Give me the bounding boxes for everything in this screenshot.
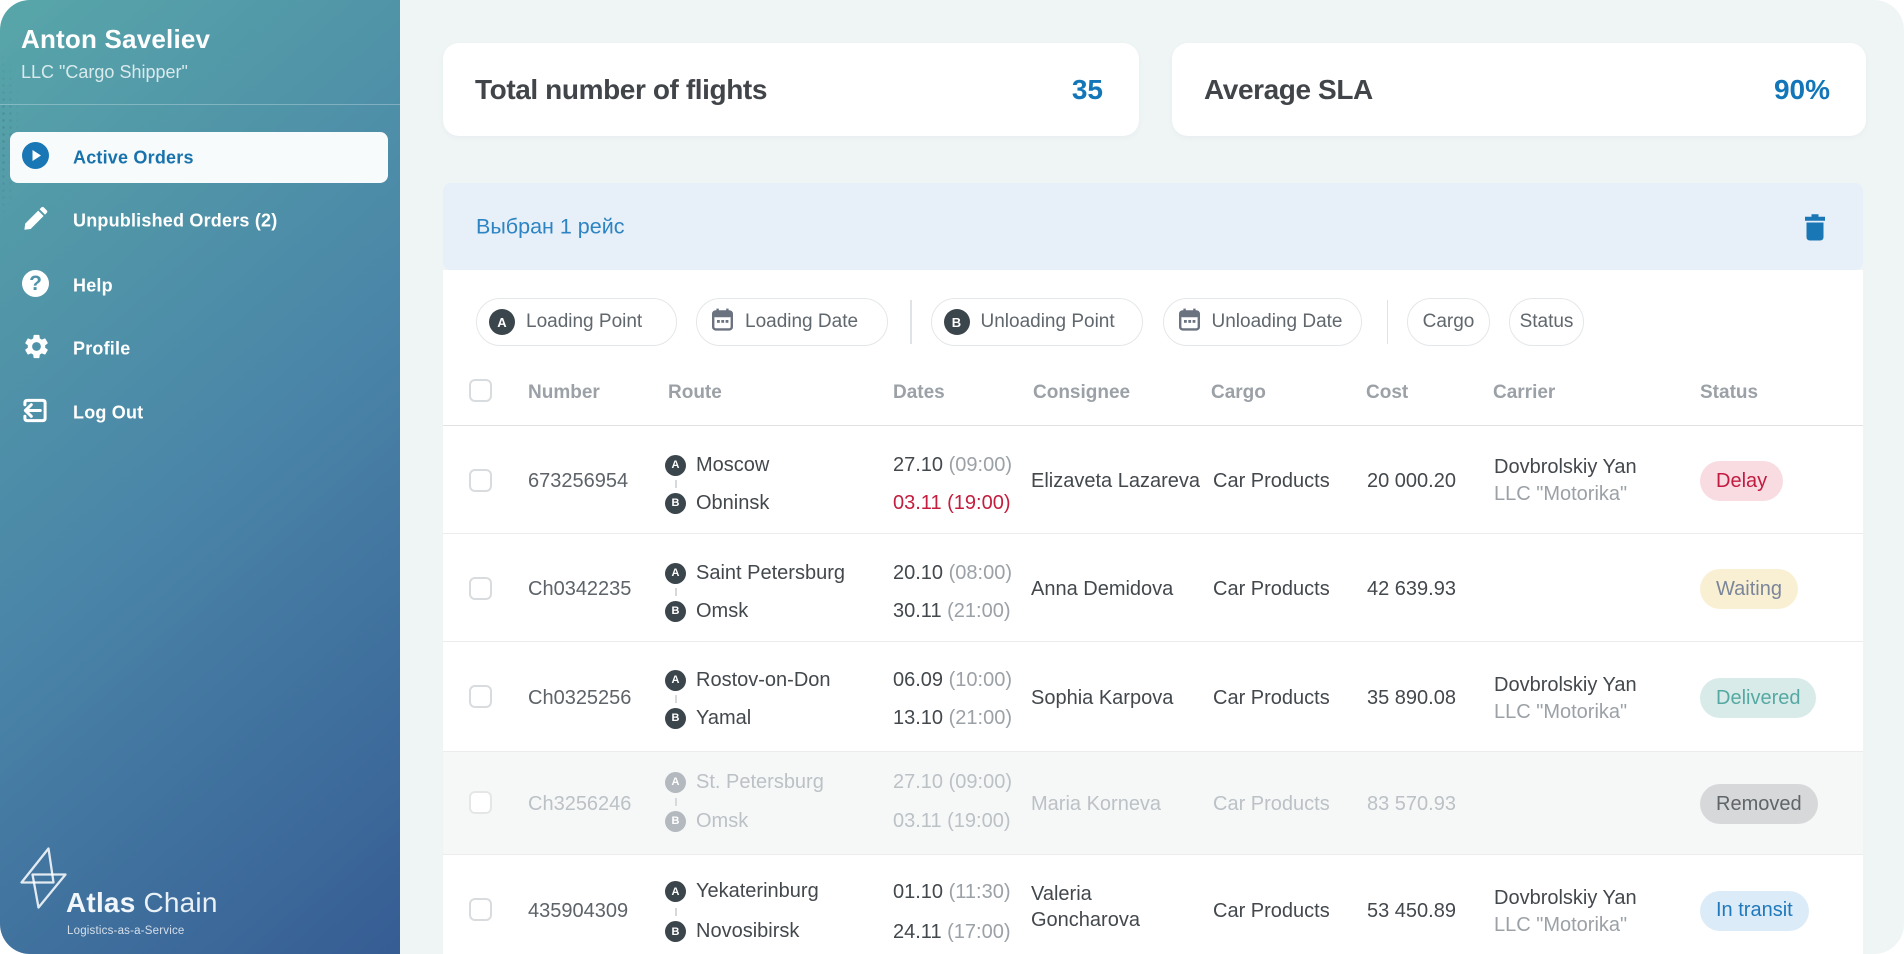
svg-text:?: ?	[29, 272, 42, 295]
